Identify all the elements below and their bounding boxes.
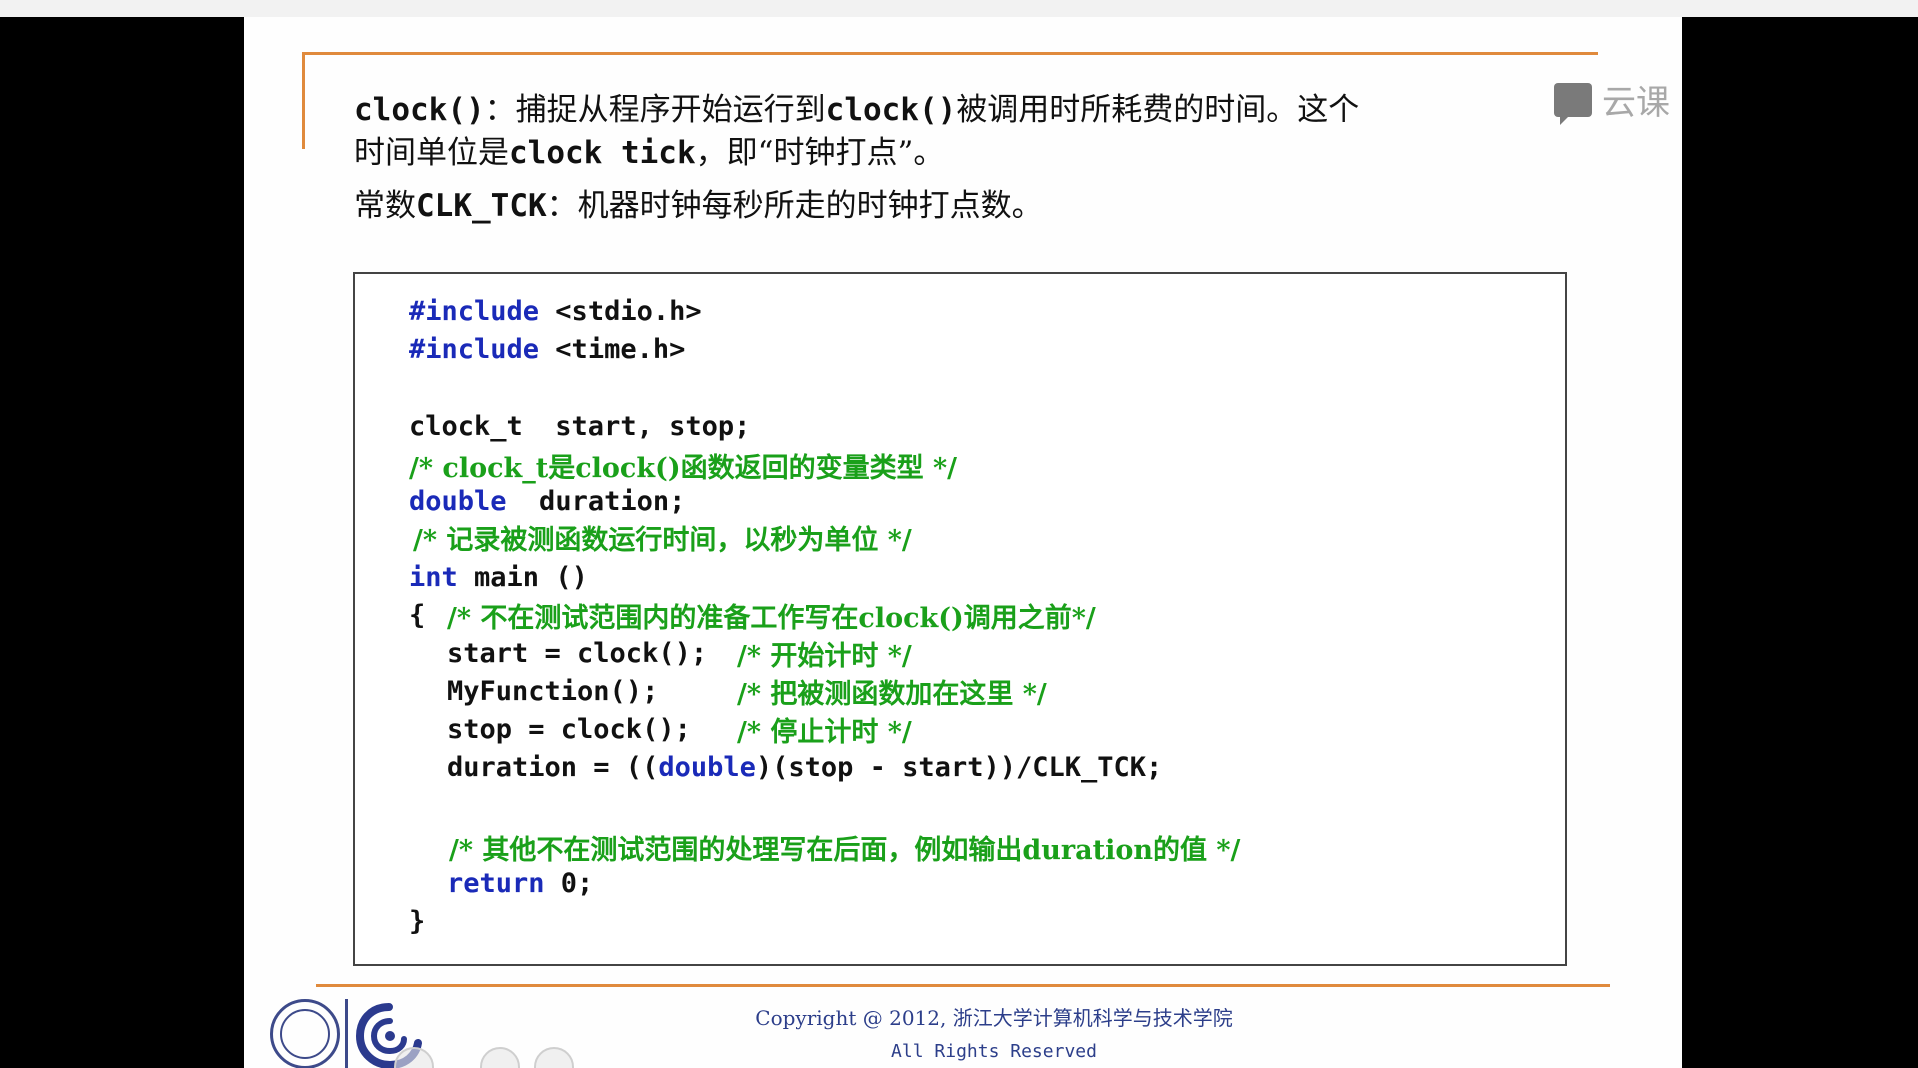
code-box: #include <stdio.h> #include <time.h> clo…: [353, 272, 1567, 966]
university-seal-icon: [270, 999, 340, 1068]
code-text: )(stop - start))/CLK_TCK;: [755, 752, 1163, 783]
code-comment: /* 把被测函数加在这里 */: [737, 679, 1047, 710]
code-text: <stdio.h>: [539, 296, 702, 327]
intro-text-span: ：机器时钟每秒所走的时钟打点数。: [546, 188, 1043, 224]
code-line-clock-decl: clock_t start, stop;: [409, 411, 750, 442]
code-comment: /* 不在测试范围内的准备工作写在clock()调用之前*/: [447, 603, 1096, 634]
intro-line-2: 时间单位是clock tick，即“时钟打点”。: [354, 132, 1604, 175]
code-line-include-stdio: #include <stdio.h>: [409, 296, 702, 327]
code-comment: /* 记录被测函数运行时间，以秒为单位 */: [413, 525, 912, 556]
code-term: clock tick: [509, 135, 696, 171]
code-text: {: [409, 600, 426, 631]
top-strip: [0, 0, 1918, 17]
intro-text-span: ：捕捉从程序开始运行到: [484, 92, 826, 128]
intro-text-span: 常数: [354, 188, 416, 224]
logo-divider: [345, 999, 348, 1068]
code-line-brace-open: {: [409, 600, 425, 631]
code-line-double-decl: double duration;: [409, 486, 685, 517]
code-comment: /* 其他不在测试范围的处理写在后面，例如输出duration的值 */: [449, 835, 1241, 866]
code-text: duration;: [506, 486, 686, 517]
code-line-stop: stop = clock();: [447, 714, 691, 745]
player-control-button[interactable]: [534, 1047, 574, 1068]
top-divider: [302, 52, 1598, 55]
code-line-return: return 0;: [447, 868, 593, 899]
code-line-main: int main (): [409, 562, 588, 593]
keyword: double: [658, 752, 756, 783]
code-line-include-time: #include <time.h>: [409, 334, 685, 365]
keyword: double: [409, 486, 507, 517]
code-text: duration = ((: [447, 752, 659, 783]
keyword: #include: [409, 296, 540, 327]
copyright-text: Copyright @ 2012, 浙江大学计算机科学与技术学院: [755, 1006, 1233, 1030]
player-control-button[interactable]: [480, 1047, 520, 1068]
code-comment: /* clock_t是clock()函数返回的变量类型 */: [409, 453, 957, 484]
seal-inner-ring: [280, 1009, 330, 1059]
keyword: return: [447, 868, 545, 899]
intro-text: clock()：捕捉从程序开始运行到clock()被调用时所耗费的时间。这个 时…: [354, 89, 1604, 228]
code-text: clock_t start, stop;: [409, 411, 751, 442]
intro-text-span: ，即“时钟打点”。: [695, 135, 945, 171]
keyword: #include: [409, 334, 540, 365]
code-line-myfunction: MyFunction();: [447, 676, 659, 707]
code-text: }: [409, 906, 426, 937]
intro-text-span: 被调用时所耗费的时间。这个: [956, 92, 1360, 128]
code-term: clock(): [825, 92, 957, 128]
rights-text: All Rights Reserved: [891, 1041, 1097, 1062]
code-comment: /* 开始计时 */: [737, 641, 912, 672]
code-text: 0;: [544, 868, 594, 899]
code-line-start: start = clock();: [447, 638, 708, 669]
code-term: CLK_TCK: [416, 188, 547, 224]
code-line-duration: duration = ((double)(stop - start))/CLK_…: [447, 752, 1162, 783]
code-text: main (): [457, 562, 588, 593]
code-text: <time.h>: [539, 334, 686, 365]
code-comment: /* 停止计时 */: [737, 717, 912, 748]
intro-line-3: 常数CLK_TCK：机器时钟每秒所走的时钟打点数。: [354, 185, 1604, 228]
intro-line-1: clock()：捕捉从程序开始运行到clock()被调用时所耗费的时间。这个: [354, 89, 1604, 132]
intro-text-span: 时间单位是: [354, 135, 509, 171]
keyword: int: [409, 562, 458, 593]
code-term: clock(): [354, 92, 485, 128]
left-accent: [302, 52, 305, 149]
code-line-brace-close: }: [409, 906, 425, 937]
watermark-text: 云课: [1602, 83, 1670, 123]
slide: 云课 clock()：捕捉从程序开始运行到clock()被调用时所耗费的时间。这…: [244, 17, 1682, 1068]
bottom-divider: [316, 984, 1610, 987]
